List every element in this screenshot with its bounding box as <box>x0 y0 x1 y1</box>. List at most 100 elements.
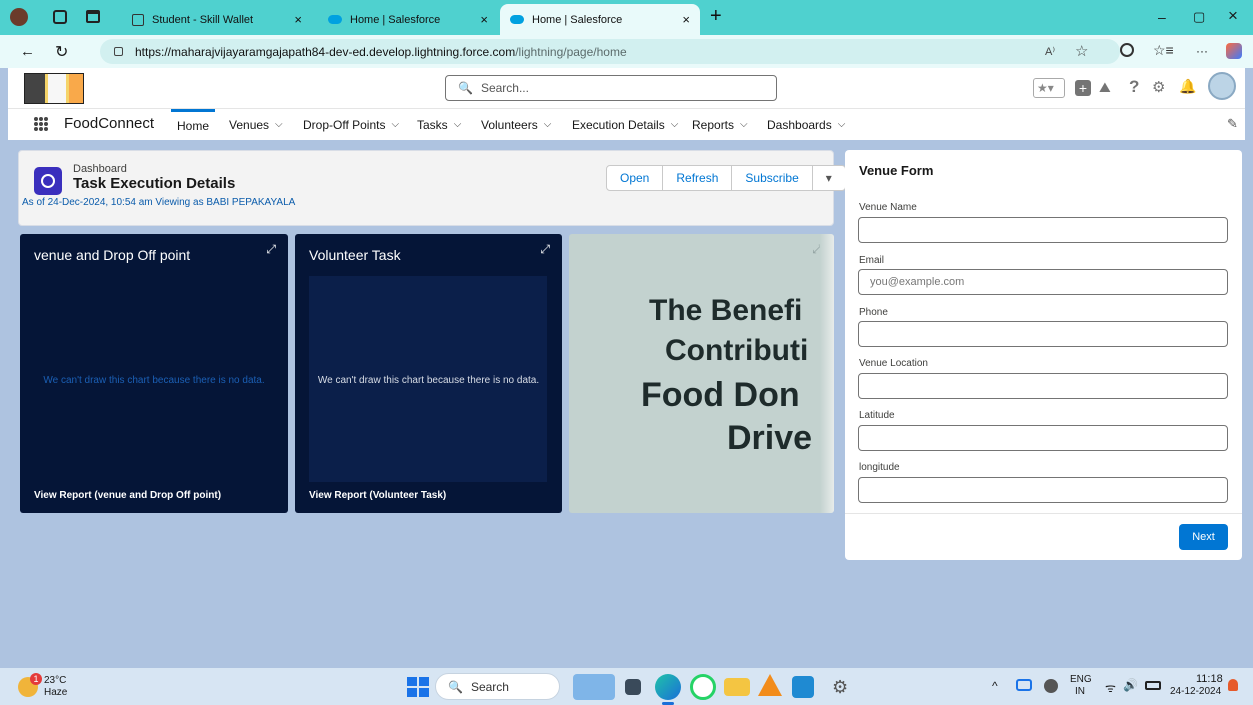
app-launcher-icon[interactable] <box>34 117 48 131</box>
refresh-icon[interactable]: ↻ <box>55 42 68 62</box>
clock-date[interactable]: 24-12-2024 <box>1170 686 1221 697</box>
help-icon[interactable]: ? <box>1129 77 1139 97</box>
new-tab-button[interactable]: + <box>710 5 722 28</box>
clock-time[interactable]: 11:18 <box>1196 673 1223 685</box>
more-actions-chevron-icon[interactable]: ▾ <box>813 166 845 190</box>
maximize-button[interactable]: ▢ <box>1193 9 1205 25</box>
lock-icon <box>114 47 123 56</box>
profile-avatar[interactable] <box>10 8 28 26</box>
email-input[interactable]: you@example.com <box>858 269 1228 295</box>
dashboard-tile-volunteer-task: Volunteer Task ⤢ We can't draw this char… <box>295 234 562 513</box>
setup-gear-icon[interactable]: ⚙ <box>1152 78 1165 96</box>
notifications-bell-icon[interactable]: 🔔 <box>1179 78 1196 95</box>
vlc-icon[interactable] <box>758 674 782 696</box>
field-label: Latitude <box>859 410 895 421</box>
nav-tab-reports[interactable]: Reports ⌵ <box>692 109 748 140</box>
subscribe-button[interactable]: Subscribe <box>732 166 813 190</box>
latitude-input[interactable] <box>858 425 1228 451</box>
browser-tab-salesforce-1[interactable]: Home | Salesforce × <box>318 4 498 35</box>
nav-tab-home[interactable]: Home <box>171 109 215 140</box>
image-text-line: The Benefi <box>649 294 803 327</box>
trailhead-icon[interactable]: ⛰ <box>1099 79 1111 96</box>
browser-tab-salesforce-2[interactable]: Home | Salesforce × <box>500 4 700 35</box>
volume-icon[interactable]: 🔊 <box>1123 678 1138 692</box>
nav-tab-volunteers[interactable]: Volunteers ⌵ <box>481 109 551 140</box>
chevron-down-icon[interactable]: ⌵ <box>740 119 748 130</box>
workspaces-icon[interactable] <box>53 10 67 24</box>
whatsapp-icon[interactable] <box>690 674 716 700</box>
language-bottom: IN <box>1075 686 1085 697</box>
nav-tab-tasks[interactable]: Tasks ⌵ <box>417 109 461 140</box>
expand-icon[interactable]: ⤢ <box>540 242 550 257</box>
close-tab-icon[interactable]: × <box>682 12 690 27</box>
settings-gear-icon[interactable]: ⚙ <box>832 674 858 700</box>
global-search-input[interactable]: 🔍 Search... <box>445 75 777 101</box>
task-view-icon[interactable] <box>625 679 641 695</box>
user-avatar[interactable] <box>1208 72 1236 100</box>
close-tab-icon[interactable]: × <box>480 12 488 27</box>
search-icon: 🔍 <box>448 679 463 694</box>
url-path: /lightning/page/home <box>515 44 627 59</box>
language-top[interactable]: ENG <box>1070 674 1092 685</box>
show-hidden-icons-icon[interactable]: ^ <box>992 679 998 693</box>
nav-label: Tasks <box>417 117 448 132</box>
chevron-down-icon[interactable]: ⌵ <box>544 119 552 130</box>
copilot-icon[interactable] <box>1120 43 1134 57</box>
network-status-icon[interactable] <box>1044 679 1058 693</box>
weather-widget[interactable]: 1 23°C Haze <box>18 673 88 701</box>
copilot-sidebar-icon[interactable] <box>1226 43 1242 59</box>
nav-tab-dashboards[interactable]: Dashboards ⌵ <box>767 109 845 140</box>
edge-browser-icon[interactable] <box>655 674 681 700</box>
minimize-button[interactable]: – <box>1158 9 1166 25</box>
tab-actions-icon[interactable] <box>86 10 100 23</box>
tile-title: Volunteer Task <box>309 247 401 263</box>
nav-tab-venues[interactable]: Venues ⌵ <box>229 109 283 140</box>
chevron-down-icon[interactable]: ⌵ <box>275 119 283 130</box>
field-label: Venue Name <box>859 202 917 213</box>
onedrive-icon[interactable] <box>1016 679 1032 691</box>
taskbar-search[interactable]: 🔍 Search <box>435 673 560 700</box>
view-report-link[interactable]: View Report (Volunteer Task) <box>309 490 446 501</box>
read-aloud-icon[interactable]: A⁾ <box>1045 45 1055 58</box>
open-button[interactable]: Open <box>607 166 664 190</box>
browser-tab-skill-wallet[interactable]: Student - Skill Wallet × <box>122 4 312 35</box>
chevron-down-icon[interactable]: ⌵ <box>671 119 679 130</box>
venue-name-input[interactable] <box>858 217 1228 243</box>
widgets-icon[interactable] <box>573 674 615 700</box>
favorite-star-icon[interactable]: ☆ <box>1075 42 1088 60</box>
global-actions-icon[interactable]: + <box>1075 80 1091 96</box>
vscode-icon[interactable] <box>792 676 814 698</box>
nav-tab-drop-off-points[interactable]: Drop-Off Points ⌵ <box>303 109 399 140</box>
field-label: Venue Location <box>859 358 928 369</box>
edit-nav-pencil-icon[interactable]: ✎ <box>1227 116 1238 132</box>
wifi-icon[interactable]: ᯤ <box>1105 679 1116 696</box>
salesforce-header: 🔍 Search... ★▾ + ⛰ ? ⚙ 🔔 FoodConnect Hom… <box>8 68 1245 140</box>
chevron-down-icon[interactable]: ⌵ <box>838 119 846 130</box>
longitude-input[interactable] <box>858 477 1228 503</box>
view-report-link[interactable]: View Report (venue and Drop Off point) <box>34 490 221 501</box>
nav-tab-execution-details[interactable]: Execution Details ⌵ <box>572 109 678 140</box>
venue-form: Venue Form Venue Name Email you@example.… <box>845 150 1242 560</box>
windows-start-icon[interactable] <box>404 674 430 700</box>
chevron-down-icon[interactable]: ⌵ <box>454 119 462 130</box>
favorites-star-icon[interactable]: ★▾ <box>1033 78 1065 98</box>
file-explorer-icon[interactable] <box>724 678 750 696</box>
chevron-down-icon[interactable]: ⌵ <box>391 119 399 130</box>
salesforce-favicon-icon <box>510 15 524 24</box>
battery-icon[interactable] <box>1145 681 1161 690</box>
url-field[interactable]: https://maharajvijayaramgajapath84-dev-e… <box>100 39 1120 64</box>
next-button[interactable]: Next <box>1179 524 1228 550</box>
nav-label: Venues <box>229 117 270 132</box>
back-icon[interactable]: ← <box>20 43 35 60</box>
more-options-icon[interactable]: ··· <box>1196 44 1208 58</box>
venue-location-input[interactable] <box>858 373 1228 399</box>
favorites-list-icon[interactable]: ☆≡ <box>1153 42 1174 59</box>
field-label: longitude <box>859 462 900 473</box>
close-tab-icon[interactable]: × <box>294 12 302 27</box>
nav-label: Drop-Off Points <box>303 117 386 132</box>
expand-icon[interactable]: ⤢ <box>266 242 276 257</box>
notification-bell-icon[interactable] <box>1228 679 1238 691</box>
refresh-button[interactable]: Refresh <box>663 166 733 190</box>
window-close-button[interactable]: × <box>1228 6 1238 26</box>
phone-input[interactable] <box>858 321 1228 347</box>
